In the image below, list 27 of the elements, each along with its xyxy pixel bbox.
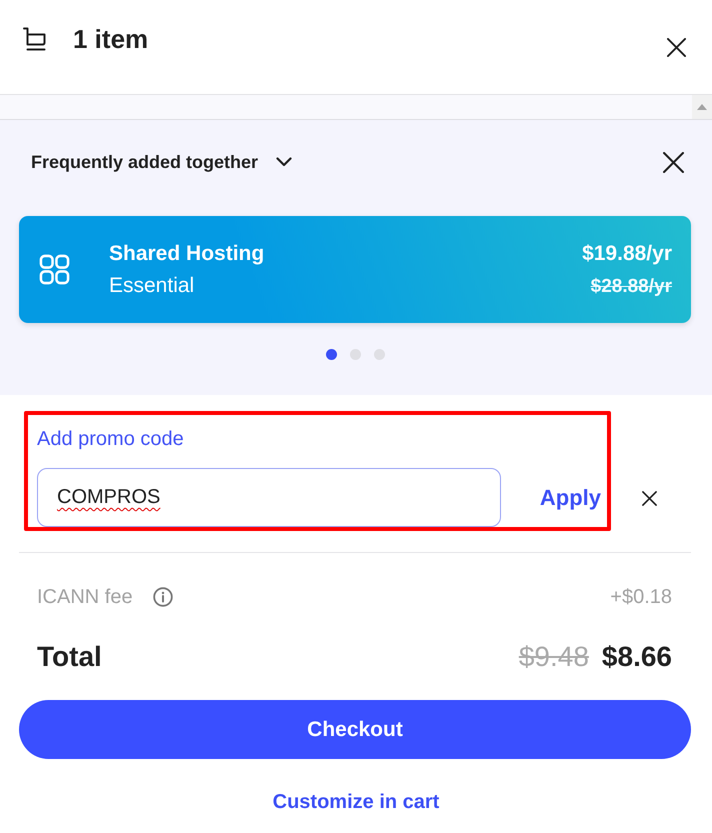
cart-icon — [22, 26, 48, 52]
product-card[interactable]: Shared Hosting Essential $19.88/yr $28.88/yr — [19, 216, 691, 323]
customize-link[interactable]: Customize in cart — [272, 790, 440, 814]
close-icon[interactable] — [663, 152, 684, 172]
product-name: Shared Hosting — [109, 240, 266, 266]
cart-title: 1 item — [73, 24, 148, 54]
product-plan: Essential — [109, 272, 196, 298]
total-label: Total — [37, 640, 102, 674]
promo-code-field[interactable]: COMPROS — [37, 468, 501, 527]
checkout-button[interactable]: Checkout — [19, 700, 691, 759]
fee-label: ICANN fee — [37, 585, 133, 609]
total-amount: $8.66 — [602, 640, 672, 674]
product-old-price: $28.88/yr — [590, 274, 672, 298]
close-icon[interactable] — [642, 491, 657, 506]
carousel-dot[interactable] — [350, 349, 360, 360]
chevron-down-icon[interactable] — [276, 157, 292, 167]
upsell-title: Frequently added together — [31, 151, 258, 174]
info-icon[interactable] — [152, 587, 173, 607]
apply-button[interactable]: Apply — [540, 484, 601, 512]
carousel-dot[interactable] — [326, 349, 336, 360]
carousel-dot[interactable] — [374, 349, 384, 360]
total-old-amount: $9.48 — [518, 640, 589, 674]
promo-code-link[interactable]: Add promo code — [37, 427, 184, 451]
grid-icon — [39, 254, 70, 285]
fee-amount: +$0.18 — [610, 585, 672, 609]
product-price: $19.88/yr — [582, 240, 672, 266]
close-icon[interactable] — [667, 38, 686, 57]
